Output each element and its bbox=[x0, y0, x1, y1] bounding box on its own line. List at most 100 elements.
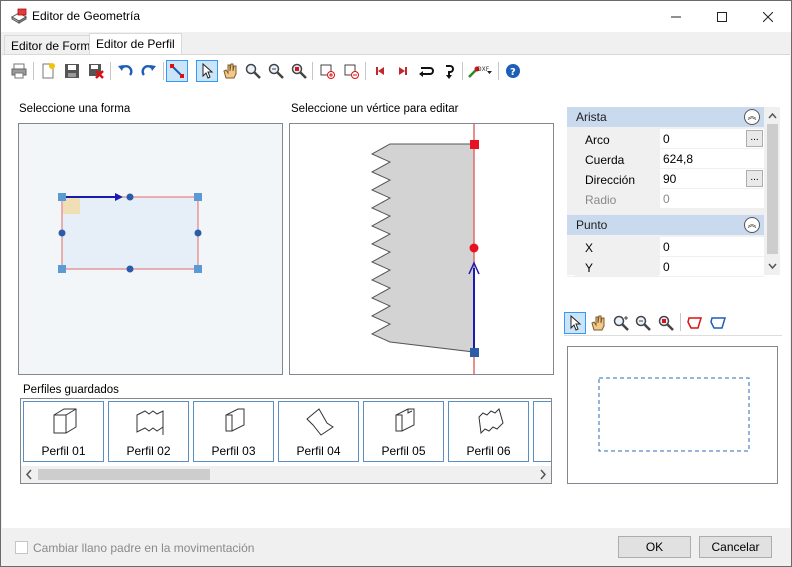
vertex-handle[interactable] bbox=[469, 243, 479, 253]
preview-polygon-red-button[interactable] bbox=[684, 312, 706, 334]
vertex-handle[interactable] bbox=[470, 348, 479, 357]
print-button[interactable] bbox=[8, 60, 30, 82]
prop-row-direccion[interactable]: Dirección 90 ... bbox=[567, 169, 764, 189]
shape-canvas[interactable] bbox=[18, 123, 283, 375]
toolbar-separator bbox=[462, 62, 463, 80]
midpoint-handle[interactable] bbox=[58, 229, 66, 237]
zoom-fit-button[interactable] bbox=[265, 60, 287, 82]
prop-row-cuerda[interactable]: Cuerda 624,8 bbox=[567, 149, 764, 169]
new-button[interactable] bbox=[37, 60, 59, 82]
scroll-down-icon[interactable] bbox=[765, 258, 780, 273]
prop-row-y[interactable]: Y 0 bbox=[567, 257, 764, 277]
pan-button[interactable] bbox=[219, 60, 241, 82]
zoom-out-icon bbox=[635, 315, 651, 331]
profile-card[interactable]: Perfil 05 bbox=[363, 401, 444, 462]
scroll-thumb[interactable] bbox=[38, 469, 210, 480]
svg-text:?: ? bbox=[510, 67, 516, 78]
prop-value-input[interactable]: 0 bbox=[660, 257, 764, 276]
maximize-button[interactable] bbox=[699, 1, 745, 32]
polygon-red-icon bbox=[687, 317, 703, 329]
draw-edge-icon bbox=[170, 64, 184, 78]
collapse-icon[interactable]: ︽ bbox=[744, 109, 760, 125]
tab-profile-editor[interactable]: Editor de Perfil bbox=[89, 33, 182, 55]
profile-card[interactable]: Perfil 04 bbox=[278, 401, 359, 462]
prop-row-arco[interactable]: Arco 0 ... bbox=[567, 129, 764, 149]
last-vertex-button[interactable] bbox=[392, 60, 414, 82]
preview-zoom-in-button[interactable] bbox=[610, 312, 632, 334]
prop-value-input[interactable]: 624,8 bbox=[660, 149, 764, 168]
ok-button[interactable]: OK bbox=[618, 536, 691, 558]
dialog-footer: Cambiar llano padre en la movimentación … bbox=[2, 529, 790, 566]
category-title: Arista bbox=[576, 110, 607, 124]
ellipsis-button[interactable]: ... bbox=[746, 130, 763, 147]
preview-toolbar bbox=[564, 310, 782, 336]
preview-zoom-out-button[interactable] bbox=[632, 312, 654, 334]
category-arista[interactable]: Arista ︽ bbox=[567, 107, 764, 127]
select-pointer-icon bbox=[570, 315, 582, 331]
category-punto[interactable]: Punto ︽ bbox=[567, 215, 764, 235]
property-scrollbar[interactable] bbox=[765, 107, 780, 275]
prop-value-input[interactable]: 0 bbox=[660, 237, 764, 256]
pan-hand-icon bbox=[591, 315, 605, 331]
vertex-canvas[interactable] bbox=[289, 123, 554, 375]
preview-canvas[interactable] bbox=[567, 346, 778, 484]
select-pointer-button[interactable] bbox=[196, 60, 218, 82]
zoom-fit-icon bbox=[658, 315, 674, 331]
save-button[interactable] bbox=[61, 60, 83, 82]
undo-button[interactable] bbox=[114, 60, 136, 82]
profile-name: Perfil 02 bbox=[126, 444, 171, 458]
first-vertex-button[interactable] bbox=[369, 60, 391, 82]
midpoint-handle[interactable] bbox=[126, 265, 134, 273]
remove-vertex-button[interactable] bbox=[340, 60, 362, 82]
parent-checkbox[interactable] bbox=[15, 541, 28, 554]
profile-thumbnail-icon bbox=[225, 408, 245, 432]
resize-handle[interactable] bbox=[58, 265, 66, 273]
profile-card[interactable]: Perfil 03 bbox=[193, 401, 274, 462]
preview-zoom-fit-button[interactable] bbox=[655, 312, 677, 334]
resize-handle[interactable] bbox=[194, 193, 202, 201]
profile-card[interactable]: Perfil 01 bbox=[23, 401, 104, 462]
profile-name: Perfil 05 bbox=[381, 444, 426, 458]
profiles-scrollbar[interactable] bbox=[21, 466, 551, 483]
close-button[interactable] bbox=[745, 1, 791, 32]
vertex-handle[interactable] bbox=[470, 140, 479, 149]
zoom-button[interactable] bbox=[242, 60, 264, 82]
scroll-up-icon[interactable] bbox=[765, 109, 780, 124]
add-vertex-button[interactable] bbox=[316, 60, 338, 82]
resize-handle[interactable] bbox=[194, 265, 202, 273]
preview-select-button[interactable] bbox=[564, 312, 586, 334]
flip-icon bbox=[446, 65, 454, 79]
help-button[interactable]: ? bbox=[502, 60, 524, 82]
preview-polygon-blue-button[interactable] bbox=[707, 312, 729, 334]
category-title: Punto bbox=[576, 218, 608, 232]
geometry-editor-window: Editor de Geometría Editor de Forma Edit… bbox=[0, 0, 792, 567]
collapse-icon[interactable]: ︽ bbox=[744, 217, 760, 233]
flip-button[interactable] bbox=[438, 60, 460, 82]
zoom-in-icon bbox=[613, 315, 629, 331]
midpoint-handle[interactable] bbox=[194, 229, 202, 237]
ellipsis-button[interactable]: ... bbox=[746, 170, 763, 187]
reverse-button[interactable] bbox=[415, 60, 437, 82]
scroll-right-icon[interactable] bbox=[535, 466, 551, 483]
toolbar-separator bbox=[110, 62, 111, 80]
preview-pan-button[interactable] bbox=[587, 312, 609, 334]
prop-name: Y bbox=[575, 257, 659, 276]
midpoint-handle[interactable] bbox=[126, 193, 134, 201]
profile-card-partial[interactable] bbox=[533, 401, 551, 462]
shape-drawing bbox=[58, 193, 202, 273]
resize-handle[interactable] bbox=[58, 193, 66, 201]
delete-button[interactable] bbox=[85, 60, 107, 82]
cancel-button[interactable]: Cancelar bbox=[699, 536, 772, 558]
app-icon bbox=[10, 8, 28, 24]
scroll-thumb[interactable] bbox=[767, 124, 778, 254]
new-icon bbox=[42, 63, 55, 79]
minimize-button[interactable] bbox=[653, 1, 699, 32]
dxf-import-button[interactable]: DXF bbox=[466, 60, 494, 82]
zoom-window-button[interactable] bbox=[288, 60, 310, 82]
draw-edge-button[interactable] bbox=[166, 60, 188, 82]
redo-button[interactable] bbox=[138, 60, 160, 82]
scroll-left-icon[interactable] bbox=[21, 466, 37, 483]
profile-card[interactable]: Perfil 02 bbox=[108, 401, 189, 462]
prop-row-x[interactable]: X 0 bbox=[567, 237, 764, 257]
profile-card[interactable]: Perfil 06 bbox=[448, 401, 529, 462]
